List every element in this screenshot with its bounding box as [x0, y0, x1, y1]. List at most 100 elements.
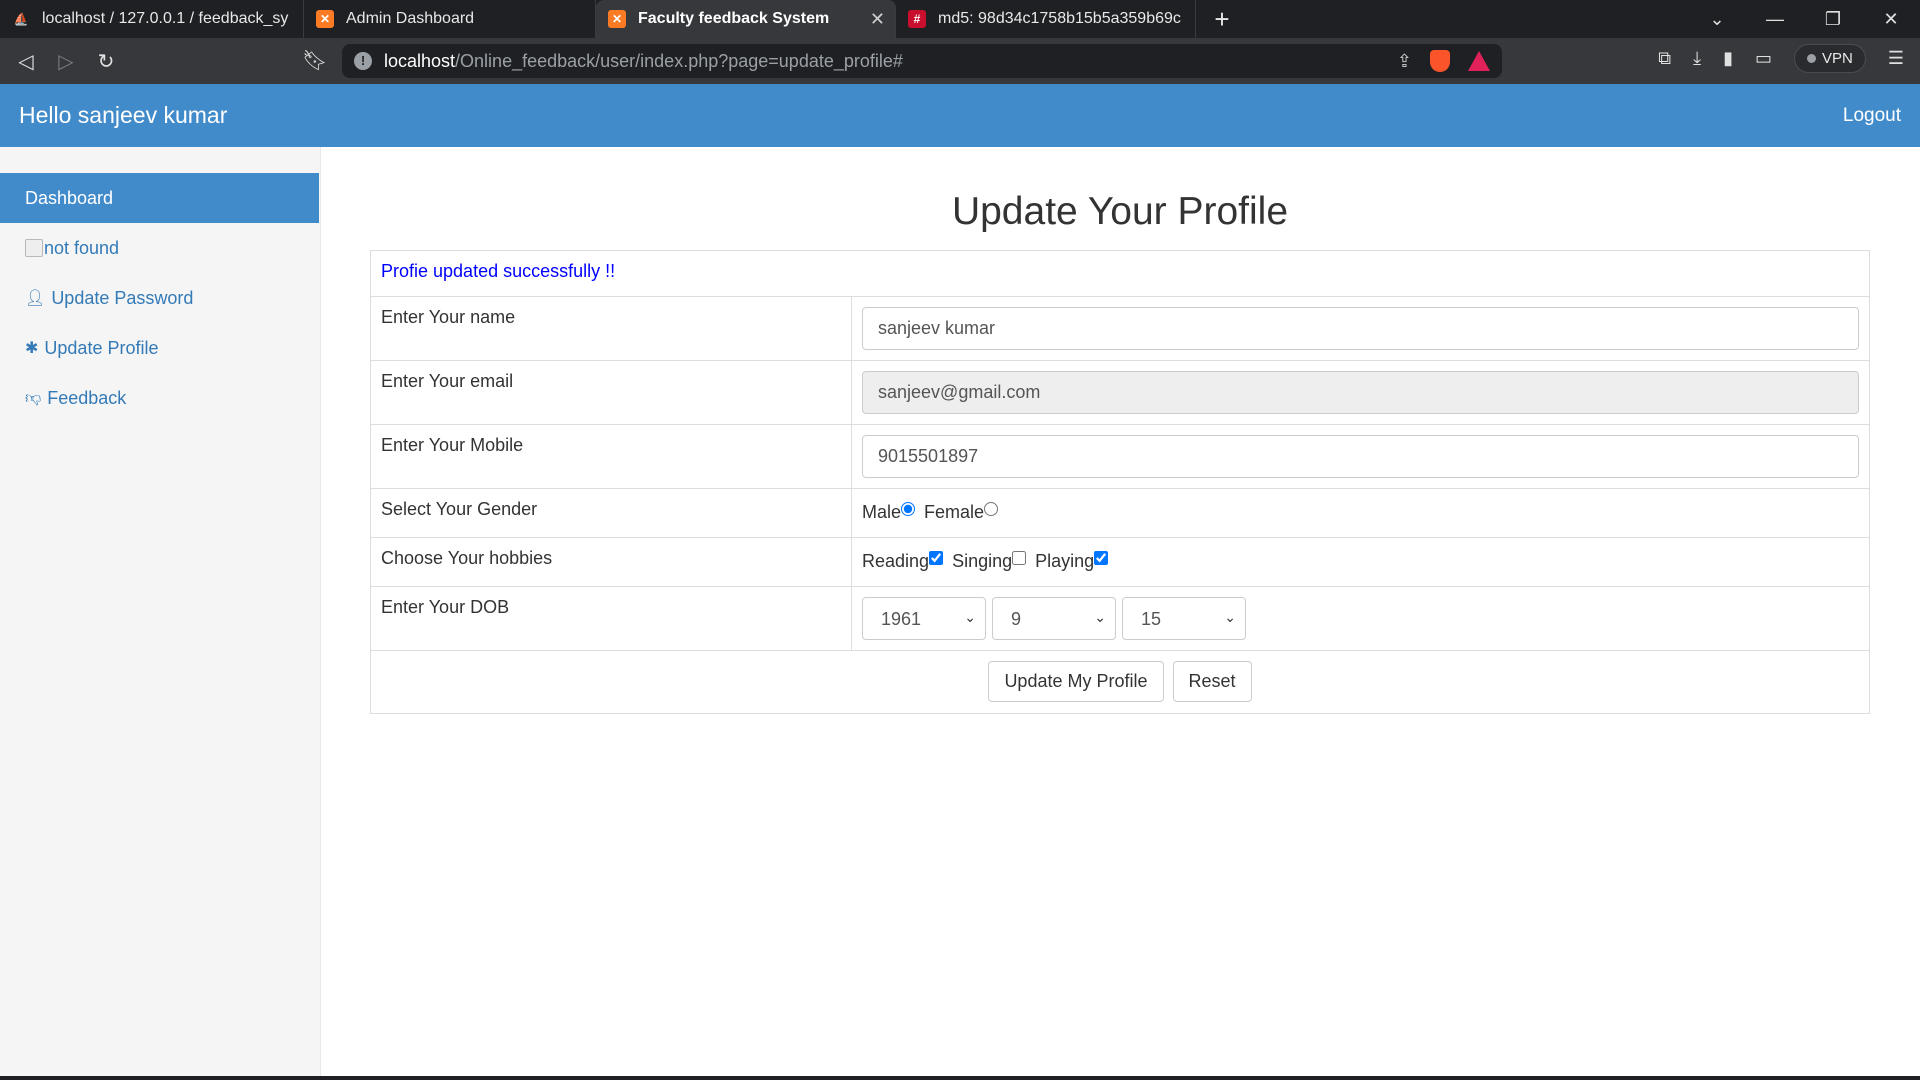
form-label: Enter Your DOB: [370, 586, 852, 651]
hobby-reading-checkbox[interactable]: [929, 551, 944, 565]
extensions-icon[interactable]: ⧉: [1658, 48, 1671, 69]
browser-tools: ⧉ ⤓ ▮ ▭ VPN ☰: [1658, 44, 1904, 73]
mobile-field[interactable]: [862, 435, 1859, 478]
table-row: Enter Your name: [370, 296, 1870, 361]
xampp-icon: ✕: [316, 10, 334, 28]
url-path: /Online_feedback/user/index.php?page=upd…: [455, 50, 903, 71]
form-field-cell: [851, 296, 1870, 361]
new-tab-button[interactable]: +: [1202, 4, 1242, 35]
sidebar-item-broken-image[interactable]: not found: [0, 223, 319, 273]
sidebar-item-label: Feedback: [47, 387, 127, 408]
user-icon: 👤︎: [25, 290, 46, 307]
page-title: Update Your Profile: [951, 190, 1289, 233]
phpmyadmin-icon: ⛵: [13, 12, 29, 26]
restore-icon[interactable]: ❐: [1804, 9, 1862, 30]
form-label: Select Your Gender: [370, 488, 852, 538]
sidebar-item-label: Update Profile: [44, 337, 159, 358]
sidebar-item-feedback[interactable]: 👎︎ Feedback: [0, 373, 319, 423]
actions-cell: Update My Profile Reset: [370, 650, 1870, 714]
form-field-cell: Male Female: [851, 488, 1870, 538]
dob-day-select[interactable]: 15: [1122, 597, 1247, 640]
email-field[interactable]: [862, 371, 1859, 414]
form-label: Enter Your email: [370, 360, 852, 425]
broken-image-icon: [25, 239, 43, 257]
tab-faculty-feedback[interactable]: ✕ Faculty feedback System ✕: [596, 0, 896, 38]
asterisk-icon: ✱: [25, 340, 39, 357]
bookmark-icon[interactable]: 🔖︎: [302, 48, 327, 73]
table-row: Choose Your hobbies Reading Singing Play…: [370, 537, 1870, 587]
sidebar-toggle-icon[interactable]: ▮: [1723, 48, 1733, 69]
form-field-cell: 1961 ⌄ 9 ⌄ 15 ⌄: [851, 586, 1870, 651]
sidebar-item-dashboard[interactable]: Dashboard: [0, 173, 319, 223]
tab-md5[interactable]: # md5: 98d34c1758b15b5a359b69c2b0: [896, 0, 1196, 38]
table-row: Update My Profile Reset: [370, 650, 1870, 714]
window-controls: ⌄ — ❐ ✕: [1688, 0, 1920, 38]
table-row: Enter Your Mobile: [370, 424, 1870, 489]
update-profile-button[interactable]: Update My Profile: [988, 661, 1164, 702]
form-field-cell: Reading Singing Playing: [851, 537, 1870, 587]
md5-icon: #: [908, 10, 926, 28]
hobby-playing-checkbox[interactable]: [1094, 551, 1109, 565]
tab-title: localhost / 127.0.0.1 / feedback_system: [42, 10, 289, 27]
sidebar-item-update-profile[interactable]: ✱ Update Profile: [0, 323, 319, 373]
form-label: Enter Your Mobile: [370, 424, 852, 489]
gender-option-label: Female: [924, 502, 985, 522]
menu-icon[interactable]: ☰: [1888, 48, 1904, 69]
form-field-cell: [851, 424, 1870, 489]
sidebar-item-update-password[interactable]: 👤︎ Update Password: [0, 273, 319, 323]
brave-rewards-icon[interactable]: [1468, 51, 1490, 71]
dob-month-select-wrap: 9 ⌄: [992, 597, 1117, 640]
table-row: Enter Your DOB 1961 ⌄ 9 ⌄ 15 ⌄: [370, 586, 1870, 651]
forward-icon[interactable]: ▷: [46, 49, 86, 74]
download-icon[interactable]: ⤓: [1693, 48, 1701, 69]
form-label: Choose Your hobbies: [370, 537, 852, 587]
tab-title: md5: 98d34c1758b15b5a359b69c2b0: [938, 10, 1181, 27]
tab-title: Admin Dashboard: [346, 10, 475, 27]
table-row: Profie updated successfully !!: [370, 250, 1870, 297]
wallet-icon[interactable]: ▭: [1755, 48, 1772, 69]
taskbar-edge: [0, 1076, 1920, 1080]
hobby-label: Singing: [952, 551, 1013, 571]
tab-search-chevron-icon[interactable]: ⌄: [1688, 9, 1746, 30]
name-field[interactable]: [862, 307, 1859, 350]
form-field-cell: [851, 360, 1870, 425]
brave-shields-icon[interactable]: [1430, 50, 1450, 72]
message-cell: Profie updated successfully !!: [370, 250, 1870, 297]
logout-link[interactable]: Logout: [1843, 105, 1901, 127]
sidebar-item-label: Update Password: [51, 287, 194, 308]
tab-title: Faculty feedback System: [638, 10, 830, 27]
success-message: Profie updated successfully !!: [381, 261, 616, 281]
tab-phpmyadmin[interactable]: ⛵ localhost / 127.0.0.1 / feedback_syste…: [0, 0, 304, 38]
close-window-icon[interactable]: ✕: [1862, 9, 1920, 30]
share-icon[interactable]: ⇪: [1397, 51, 1412, 72]
hobby-label: Playing: [1035, 551, 1095, 571]
profile-form-table: Profie updated successfully !! Enter You…: [370, 250, 1870, 714]
browser-toolbar: ◁ ▷ ↻ 🔖︎ ! localhost /Online_feedback/us…: [0, 38, 1920, 84]
gender-female-radio[interactable]: [984, 502, 999, 516]
url-host: localhost: [384, 50, 456, 71]
vpn-label: VPN: [1822, 50, 1853, 67]
reload-icon[interactable]: ↻: [86, 49, 126, 74]
minimize-icon[interactable]: —: [1746, 9, 1804, 30]
gender-male-radio[interactable]: [901, 502, 916, 516]
dob-month-select[interactable]: 9: [992, 597, 1117, 640]
back-icon[interactable]: ◁: [6, 49, 46, 74]
address-bar[interactable]: ! localhost /Online_feedback/user/index.…: [342, 44, 1502, 78]
vpn-button[interactable]: VPN: [1794, 44, 1866, 73]
hobby-singing-checkbox[interactable]: [1012, 551, 1027, 565]
vpn-status-icon: [1807, 54, 1817, 63]
browser-tab-bar: ⛵ localhost / 127.0.0.1 / feedback_syste…: [0, 0, 1920, 38]
table-row: Enter Your email: [370, 360, 1870, 425]
dob-year-select[interactable]: 1961: [862, 597, 986, 640]
hobby-label: Reading: [862, 551, 930, 571]
tab-admin-dashboard[interactable]: ✕ Admin Dashboard: [304, 0, 596, 38]
sidebar: Dashboard not found 👤︎ Update Password ✱…: [0, 147, 321, 1080]
reset-button[interactable]: Reset: [1172, 661, 1252, 702]
close-tab-icon[interactable]: ✕: [870, 9, 885, 30]
site-info-icon[interactable]: !: [354, 52, 372, 70]
table-row: Select Your Gender Male Female: [370, 488, 1870, 538]
dob-year-select-wrap: 1961 ⌄: [862, 597, 986, 640]
dob-day-select-wrap: 15 ⌄: [1122, 597, 1247, 640]
gender-option-label: Male: [862, 502, 902, 522]
thumbs-down-icon: 👎︎: [25, 389, 42, 407]
